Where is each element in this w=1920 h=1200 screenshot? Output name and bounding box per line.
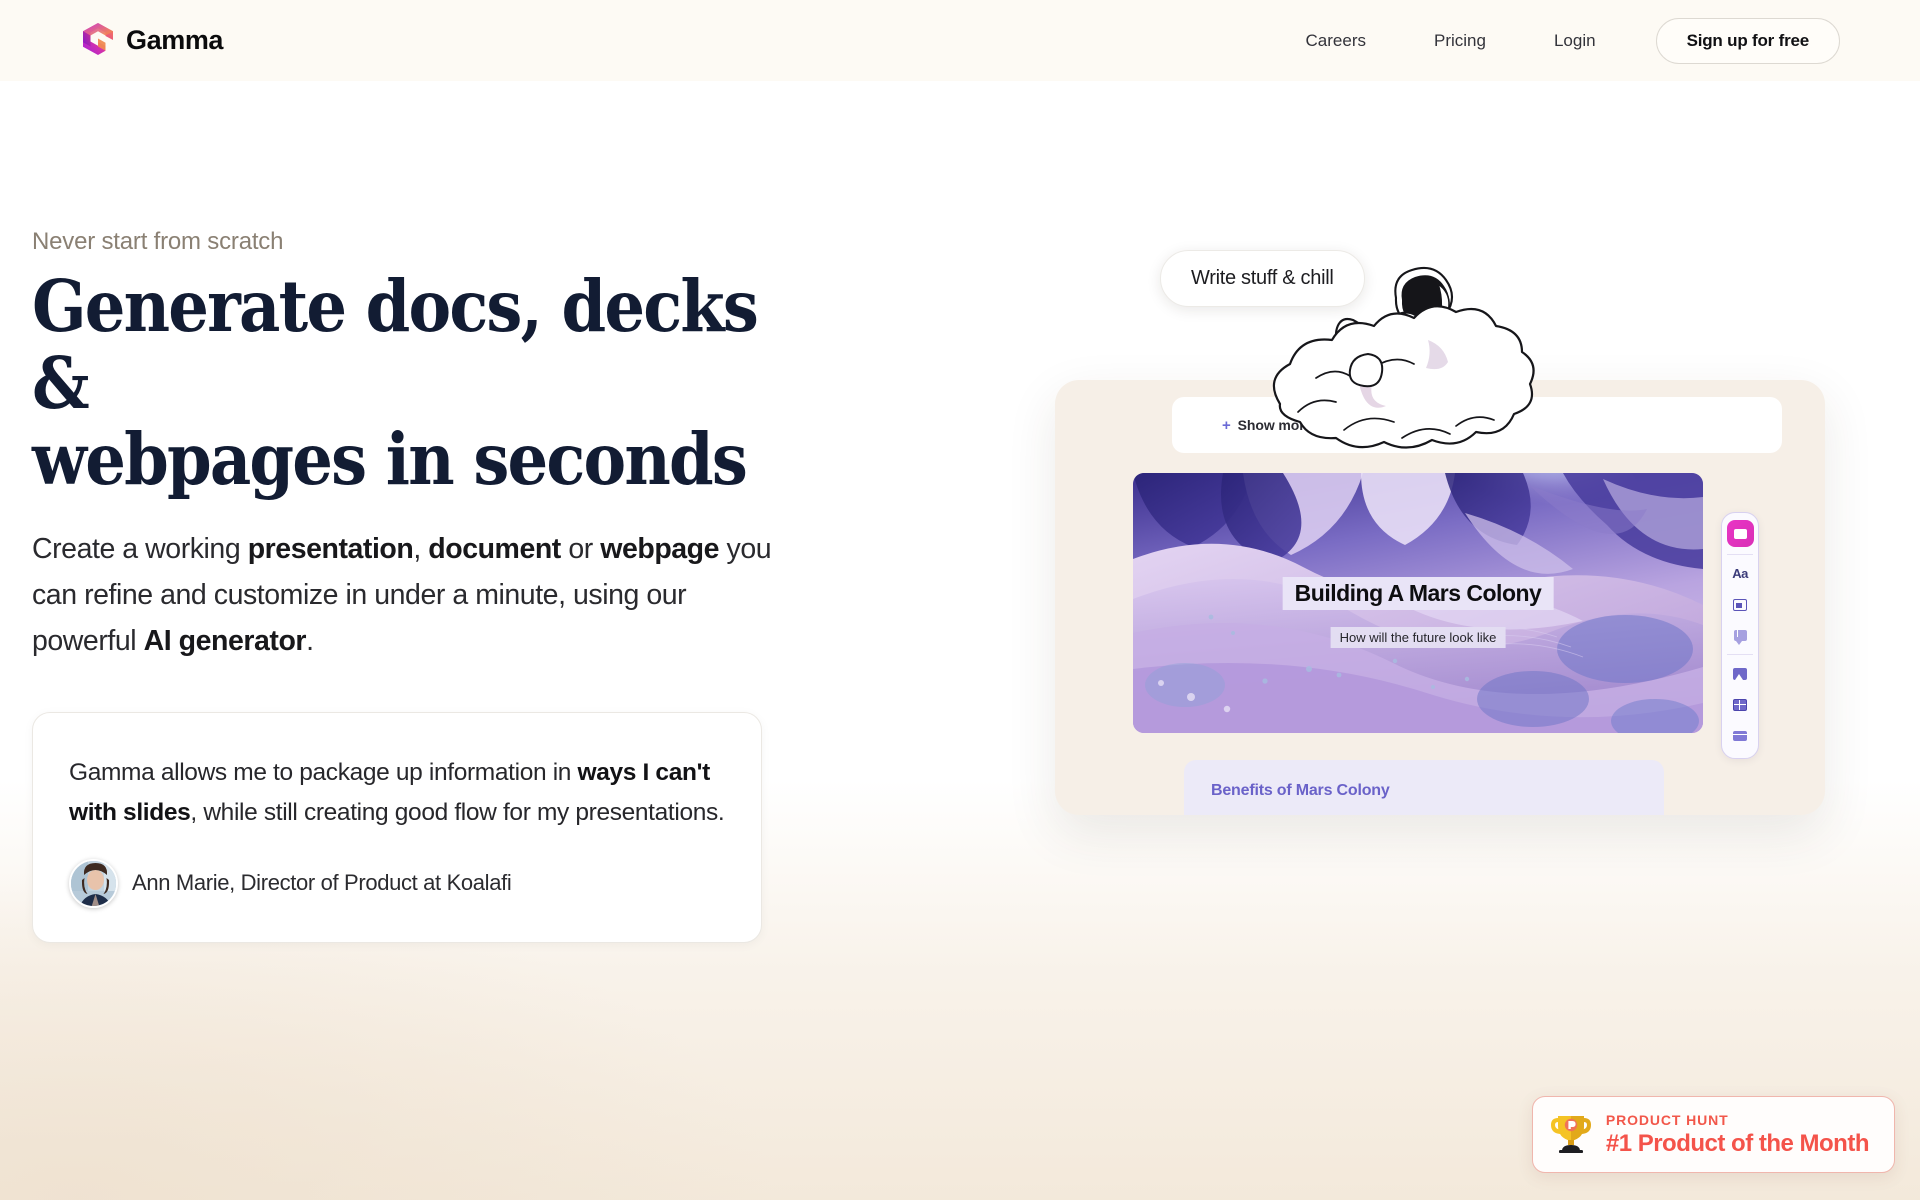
text-aa-icon[interactable]: Aa (1727, 561, 1754, 586)
hero-subcopy: Create a working presentation, document … (32, 526, 772, 664)
testimonial-attribution: Ann Marie, Director of Product at Koalaf… (69, 858, 725, 908)
slide-title: Building A Mars Colony (1282, 577, 1554, 610)
nav-link-careers[interactable]: Careers (1272, 23, 1400, 59)
testimonial-card: Gamma allows me to package up informatio… (32, 712, 762, 943)
product-hunt-badge[interactable]: PRODUCT HUNT #1 Product of the Month (1531, 1096, 1895, 1173)
page-root: Gamma Careers Pricing Login Sign up for … (0, 0, 1920, 1200)
hero-left-column: Never start from scratch Generate docs, … (32, 228, 912, 943)
mock-slide-image[interactable]: Building A Mars Colony How will the futu… (1133, 473, 1703, 733)
image-icon[interactable] (1727, 661, 1754, 686)
subcopy-bold-presentation: presentation (247, 533, 414, 566)
product-hunt-text: PRODUCT HUNT #1 Product of the Month (1605, 1111, 1870, 1158)
mock-editor-card: + Show more Building A Mars Colony How w… (1055, 380, 1825, 815)
trophy-icon (1550, 1111, 1591, 1158)
benefits-section-label: Benefits of Mars Colony (1211, 782, 1390, 799)
signup-button[interactable]: Sign up for free (1655, 17, 1840, 64)
subcopy-text-1: Create a working (32, 533, 248, 566)
main-navigation: Careers Pricing Login Sign up for free (1272, 17, 1840, 64)
product-hunt-title: #1 Product of the Month (1605, 1129, 1870, 1157)
card-icon[interactable] (1726, 520, 1754, 547)
show-more-button[interactable]: + Show more (1222, 417, 1312, 434)
nav-link-login[interactable]: Login (1520, 23, 1630, 59)
editor-toolbar: Aa (1721, 512, 1759, 759)
mock-bottom-panel: Benefits of Mars Colony (1184, 760, 1664, 815)
brand-logo-link[interactable]: Gamma (80, 21, 223, 61)
layout-box-icon[interactable] (1727, 592, 1754, 617)
subcopy-bold-webpage: webpage (600, 533, 720, 566)
gamma-cube-logo-icon (80, 21, 116, 61)
embed-icon[interactable] (1727, 723, 1754, 748)
toolbar-divider-2 (1727, 654, 1753, 655)
show-more-label: Show more (1237, 417, 1313, 433)
testimonial-quote: Gamma allows me to package up informatio… (69, 753, 725, 832)
user-avatar (69, 858, 118, 908)
callout-icon[interactable] (1727, 623, 1754, 648)
subcopy-text-2: , (413, 533, 429, 566)
subcopy-text-3: or (560, 533, 601, 566)
hero-headline: Generate docs, decks & webpages in secon… (32, 264, 759, 502)
testimonial-author: Ann Marie, Director of Product at Koalaf… (132, 870, 512, 896)
quote-text-1: Gamma allows me to package up informatio… (69, 759, 578, 787)
brand-name: Gamma (126, 25, 224, 55)
write-stuff-chip[interactable]: Write stuff & chill (1160, 250, 1365, 307)
subcopy-bold-ai-generator: AI generator (143, 625, 307, 658)
mock-top-panel: + Show more (1172, 397, 1782, 453)
video-icon[interactable] (1727, 692, 1754, 717)
quote-text-2: , while still creating good flow for my … (190, 799, 725, 827)
hero-eyebrow: Never start from scratch (32, 228, 284, 255)
nav-link-pricing[interactable]: Pricing (1400, 23, 1520, 59)
plus-icon: + (1222, 416, 1231, 434)
subcopy-text-5: . (306, 625, 314, 658)
slide-subtitle: How will the future look like (1330, 627, 1506, 648)
text-tool-label: Aa (1732, 566, 1748, 581)
subcopy-bold-document: document (428, 533, 561, 566)
product-mockup: + Show more Building A Mars Colony How w… (1055, 250, 1855, 830)
toolbar-divider (1727, 554, 1753, 555)
product-hunt-kicker: PRODUCT HUNT (1605, 1111, 1729, 1128)
site-header: Gamma Careers Pricing Login Sign up for … (0, 0, 1920, 81)
